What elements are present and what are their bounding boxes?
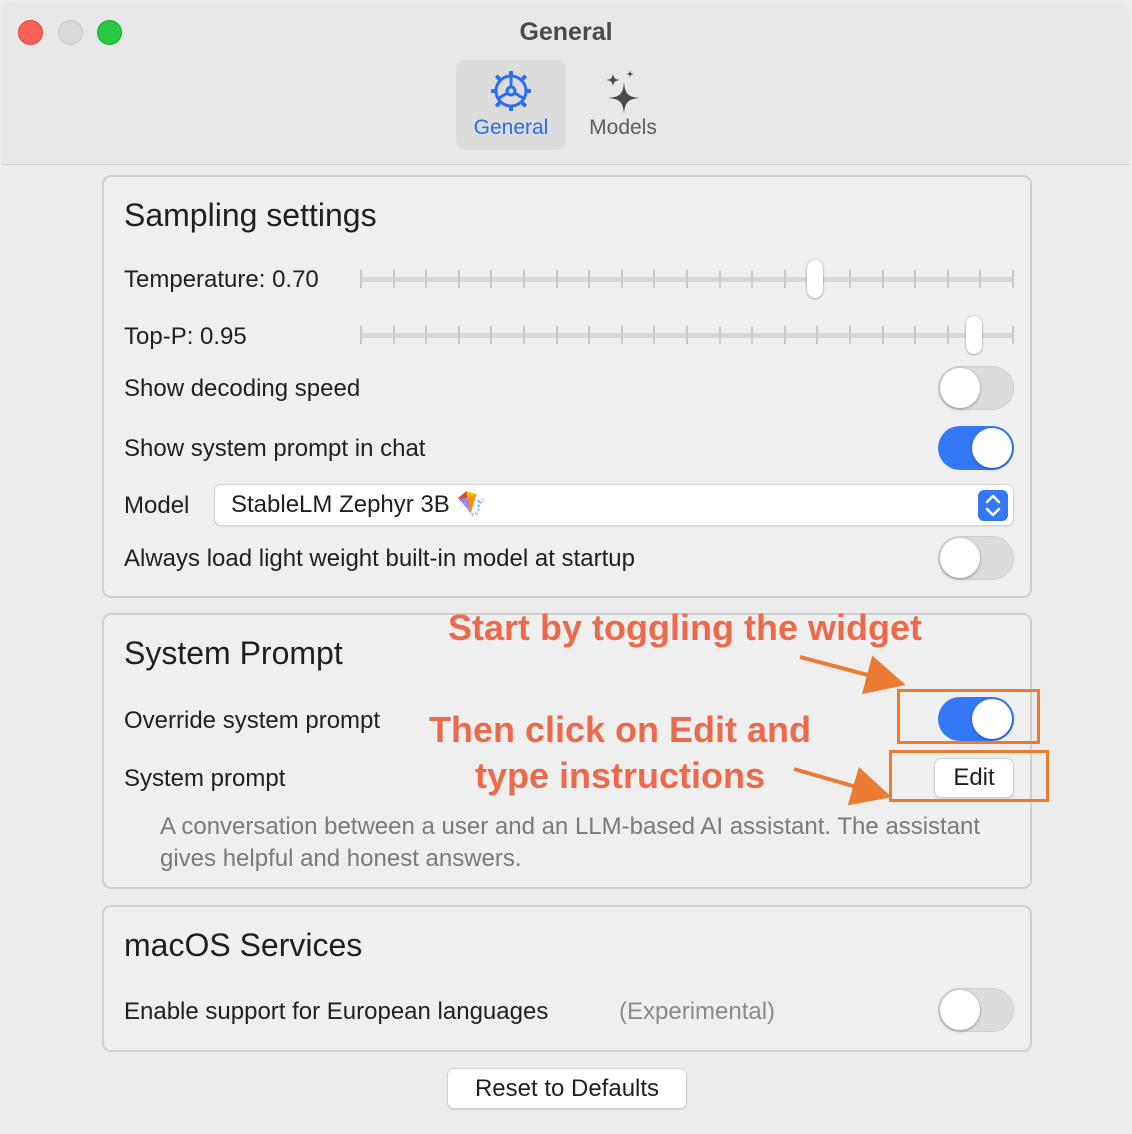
slider-tick bbox=[523, 270, 525, 288]
slider-tick bbox=[686, 326, 688, 344]
show-decoding-speed-toggle[interactable] bbox=[938, 366, 1014, 410]
slider-tick bbox=[490, 270, 493, 288]
macos-services-title: macOS Services bbox=[124, 927, 363, 963]
slider-tick bbox=[1012, 270, 1014, 288]
model-select-value: StableLM Zephyr 3B 🪁 bbox=[231, 491, 487, 518]
slider-tick bbox=[555, 326, 558, 344]
annotation-step-2-line-2: type instructions bbox=[474, 755, 766, 796]
window-title: General bbox=[519, 18, 613, 46]
tab-models[interactable]: Models bbox=[568, 60, 678, 150]
annotation-step-1: Start by toggling the widget bbox=[448, 607, 922, 648]
slider-tick bbox=[392, 326, 395, 344]
always-load-toggle[interactable] bbox=[938, 536, 1014, 580]
slider-tick bbox=[360, 326, 362, 344]
slider-tick bbox=[457, 270, 460, 288]
system-prompt-text: A conversation between a user and an LLM… bbox=[160, 813, 981, 872]
show-system-prompt-label: Show system prompt in chat bbox=[124, 435, 426, 462]
title-bar: General General Models bbox=[2, 2, 1130, 165]
sampling-settings-group: Sampling settings Temperature: 0.70 Top-… bbox=[102, 175, 1032, 598]
slider-tick bbox=[881, 326, 884, 344]
european-languages-toggle[interactable] bbox=[938, 988, 1014, 1032]
annotation-step-2-line-1: Then click on Edit and bbox=[428, 709, 812, 750]
slider-tick bbox=[653, 326, 656, 344]
slider-tick bbox=[718, 326, 721, 344]
tab-models-label: Models bbox=[589, 116, 657, 139]
slider-tick bbox=[751, 270, 754, 288]
settings-window: General General Models Sampling settings… bbox=[2, 2, 1130, 1134]
slider-tick bbox=[588, 326, 591, 344]
slider-tick bbox=[392, 270, 395, 288]
slider-tick bbox=[686, 270, 688, 288]
slider-knob[interactable] bbox=[806, 260, 823, 298]
slider-tick bbox=[653, 270, 656, 288]
slider-tick bbox=[620, 270, 623, 288]
highlight-edit-button bbox=[889, 750, 1049, 802]
slider-tick bbox=[490, 326, 493, 344]
gear-icon bbox=[491, 71, 531, 111]
slider-tick bbox=[620, 326, 623, 344]
slider-tick bbox=[1012, 326, 1014, 344]
chevron-updown-icon bbox=[978, 490, 1008, 521]
slider-tick bbox=[914, 270, 917, 288]
slider-tick bbox=[946, 270, 949, 288]
slider-tick bbox=[555, 270, 558, 288]
sampling-settings-title: Sampling settings bbox=[124, 197, 377, 233]
slider-tick bbox=[849, 270, 851, 288]
slider-tick bbox=[849, 326, 851, 344]
toggle-knob bbox=[972, 428, 1012, 468]
slider-tick bbox=[425, 326, 428, 344]
slider-tick bbox=[816, 326, 819, 344]
slider-tick bbox=[360, 270, 362, 288]
slider-tick bbox=[979, 270, 982, 288]
slider-tick bbox=[588, 270, 591, 288]
macos-services-group: macOS Services Enable support for Europe… bbox=[102, 905, 1032, 1052]
temperature-label: Temperature: 0.70 bbox=[124, 266, 319, 293]
slider-tick bbox=[914, 326, 917, 344]
slider-tick bbox=[457, 326, 460, 344]
sparkles-icon bbox=[606, 70, 640, 114]
european-languages-label: Enable support for European languages bbox=[124, 998, 549, 1025]
system-prompt-title: System Prompt bbox=[124, 635, 343, 671]
show-decoding-speed-label: Show decoding speed bbox=[124, 375, 361, 402]
model-label: Model bbox=[124, 492, 190, 519]
show-system-prompt-toggle[interactable] bbox=[938, 426, 1014, 470]
slider-tick bbox=[881, 270, 884, 288]
slider-tick bbox=[718, 270, 721, 288]
slider-tick bbox=[946, 326, 949, 344]
slider-tick bbox=[523, 326, 525, 344]
system-prompt-label: System prompt bbox=[124, 765, 286, 792]
override-system-prompt-label: Override system prompt bbox=[124, 707, 381, 734]
slider-knob[interactable] bbox=[966, 316, 983, 354]
toggle-knob bbox=[940, 990, 980, 1030]
experimental-label: (Experimental) bbox=[619, 998, 776, 1025]
slider-tick bbox=[783, 270, 786, 288]
temperature-slider[interactable] bbox=[360, 259, 1014, 299]
model-select[interactable]: StableLM Zephyr 3B 🪁 bbox=[214, 484, 1014, 526]
tab-general-label: General bbox=[473, 116, 549, 139]
slider-tick bbox=[751, 326, 754, 344]
reset-to-defaults-button[interactable]: Reset to Defaults bbox=[447, 1068, 687, 1109]
top-p-label: Top-P: 0.95 bbox=[124, 323, 247, 350]
always-load-label: Always load light weight built-in model … bbox=[124, 545, 635, 572]
toggle-knob bbox=[940, 538, 980, 578]
slider-tick bbox=[425, 270, 428, 288]
top-p-slider[interactable] bbox=[360, 315, 1014, 355]
slider-tick bbox=[783, 326, 786, 344]
toggle-knob bbox=[940, 368, 980, 408]
tab-general[interactable]: General bbox=[456, 60, 566, 150]
highlight-override-toggle bbox=[897, 689, 1040, 744]
